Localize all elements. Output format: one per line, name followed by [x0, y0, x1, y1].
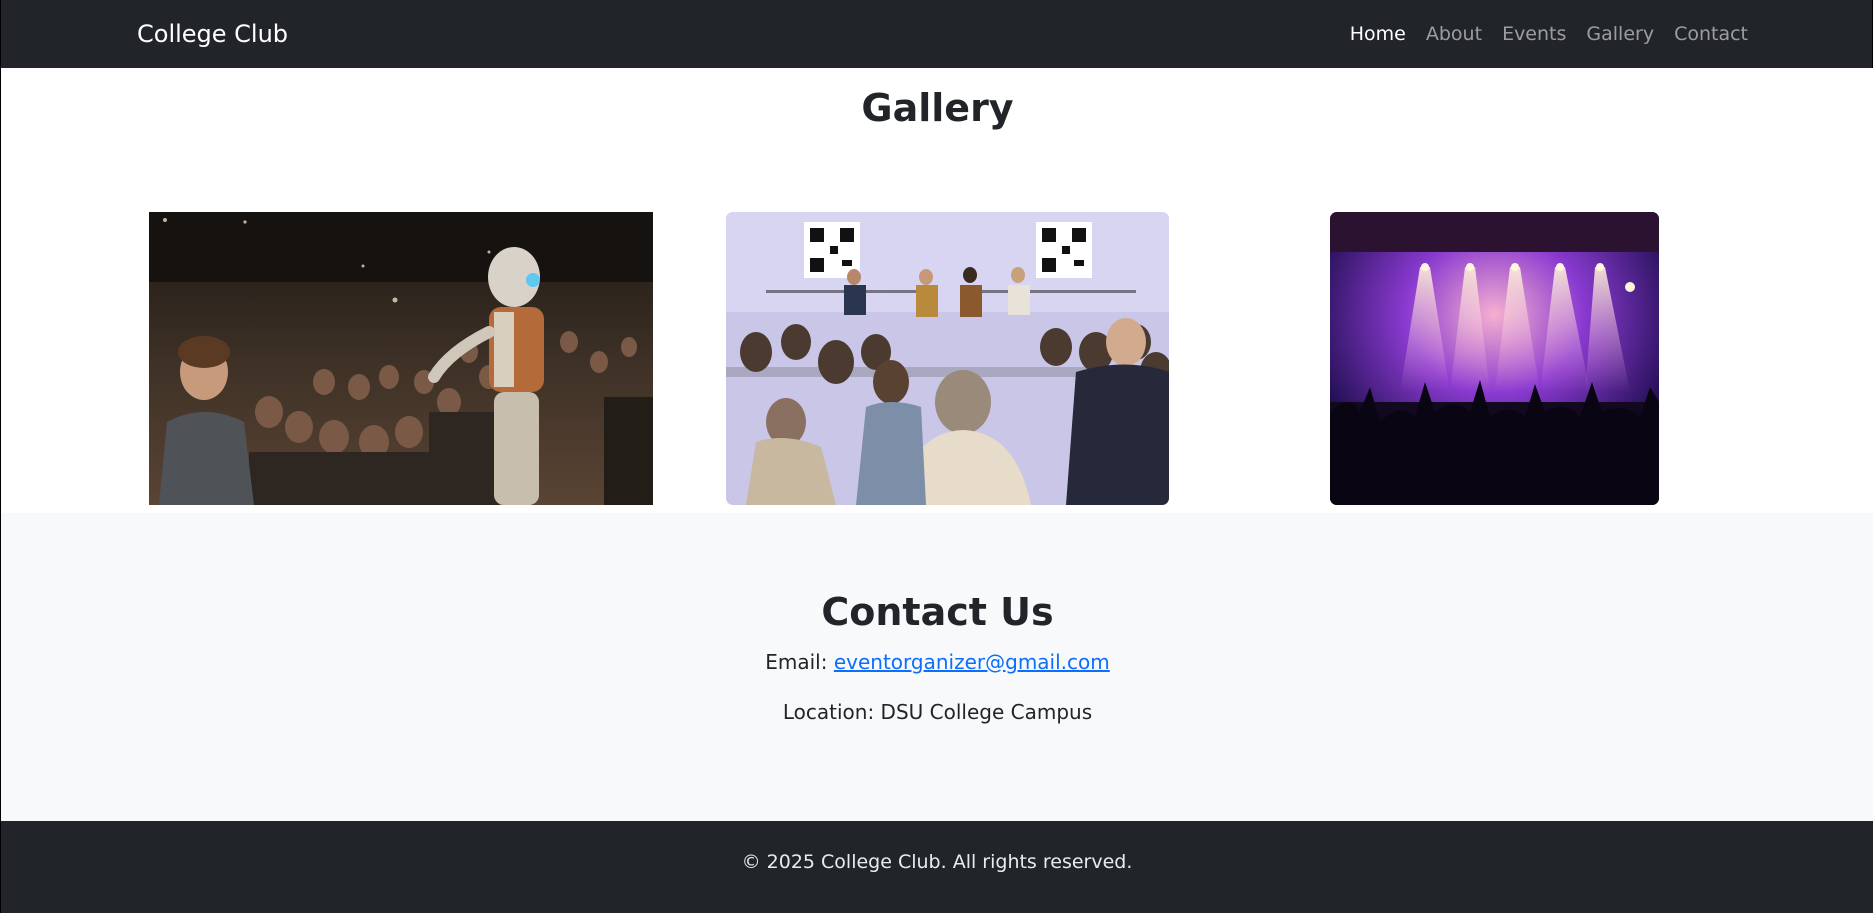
nav-link-about[interactable]: About — [1426, 23, 1482, 45]
location-text: Location: DSU College Campus — [782, 700, 1093, 724]
robot-audience-photo — [149, 212, 653, 505]
footer-copyright: © 2025 College Club. All rights reserved… — [741, 851, 1133, 873]
email-line: Email: eventorganizer@gmail.com — [1, 650, 1873, 674]
nav-links: Home About Events Gallery Contact — [1350, 0, 1748, 68]
gallery-title: Gallery — [861, 86, 1014, 130]
footer: © 2025 College Club. All rights reserved… — [0, 821, 1873, 913]
contact-section: Contact Us Email: eventorganizer@gmail.c… — [0, 513, 1873, 821]
nav-link-gallery[interactable]: Gallery — [1586, 23, 1654, 45]
nav-link-events[interactable]: Events — [1502, 23, 1566, 45]
panel-discussion-photo — [726, 212, 1169, 505]
concert-stage-photo — [1330, 212, 1659, 505]
nav-link-contact[interactable]: Contact — [1674, 23, 1748, 45]
nav-link-home[interactable]: Home — [1350, 23, 1406, 45]
brand-link[interactable]: College Club — [137, 0, 288, 68]
email-label: Email: — [765, 650, 828, 674]
navbar: College Club Home About Events Gallery C… — [0, 0, 1873, 68]
contact-title: Contact Us — [821, 590, 1054, 634]
gallery-section: Gallery — [0, 68, 1873, 513]
email-link[interactable]: eventorganizer@gmail.com — [834, 650, 1110, 674]
